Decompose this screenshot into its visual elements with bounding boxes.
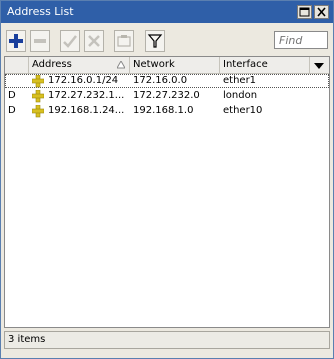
table-row[interactable]: 172.16.0.1/24 172.16.0.0 ether1: [5, 74, 329, 88]
column-chooser-button[interactable]: [310, 57, 329, 73]
checkmark-icon: [63, 35, 77, 48]
toolbar: [3, 28, 331, 56]
dropdown-arrow-icon: [314, 63, 324, 69]
row-flag: [8, 74, 28, 88]
row-address: 192.168.1.24...: [48, 105, 125, 116]
row-interface: ether10: [223, 105, 263, 116]
table-row[interactable]: D 192.168.1.24... 192.168.1.0 ether10: [5, 104, 329, 118]
table-row[interactable]: D 172.27.232.1... 172.27.232.0 london: [5, 89, 329, 103]
status-bar: 3 items: [4, 331, 330, 349]
row-network: 192.168.1.0: [133, 105, 194, 116]
header-address[interactable]: Address: [29, 57, 130, 73]
title-bar[interactable]: Address List: [1, 1, 333, 23]
close-icon: [317, 7, 326, 17]
add-button[interactable]: [6, 30, 26, 52]
minus-icon: [34, 39, 46, 43]
enable-button[interactable]: [60, 30, 80, 52]
row-network: 172.16.0.0: [133, 75, 188, 86]
comment-button[interactable]: [114, 30, 134, 52]
filter-button[interactable]: [145, 30, 165, 52]
row-address: 172.27.232.1...: [48, 90, 125, 101]
remove-button[interactable]: [30, 30, 50, 52]
row-interface: london: [223, 90, 258, 101]
find-input[interactable]: [274, 31, 328, 49]
address-icon: [32, 90, 44, 103]
row-network: 172.27.232.0: [133, 90, 200, 101]
row-flag: D: [8, 105, 16, 116]
plus-icon: [9, 34, 23, 48]
disable-button[interactable]: [84, 30, 104, 52]
maximize-button[interactable]: [297, 5, 312, 19]
address-icon: [32, 105, 44, 118]
filter-icon: [147, 34, 163, 48]
item-count: 3 items: [8, 334, 46, 345]
row-address: 172.16.0.1/24: [48, 75, 119, 86]
header-address-label: Address: [32, 59, 72, 70]
address-icon: [32, 75, 44, 88]
header-interface[interactable]: Interface: [220, 57, 310, 73]
cross-icon: [88, 35, 100, 47]
address-list-window: Address List Find Address Network Interf…: [0, 0, 334, 359]
window-title: Address List: [7, 5, 74, 18]
address-table: Address Network Interface 172.16.0.1/24 …: [4, 56, 330, 328]
row-flag: D: [8, 90, 16, 101]
table-header: Address Network Interface: [5, 57, 329, 74]
maximize-icon: [299, 7, 310, 17]
header-network[interactable]: Network: [130, 57, 220, 73]
header-flags[interactable]: [5, 57, 29, 73]
note-icon: [117, 35, 131, 47]
row-interface: ether1: [223, 75, 257, 86]
close-button[interactable]: [314, 5, 329, 19]
sort-ascending-icon: [117, 61, 125, 69]
